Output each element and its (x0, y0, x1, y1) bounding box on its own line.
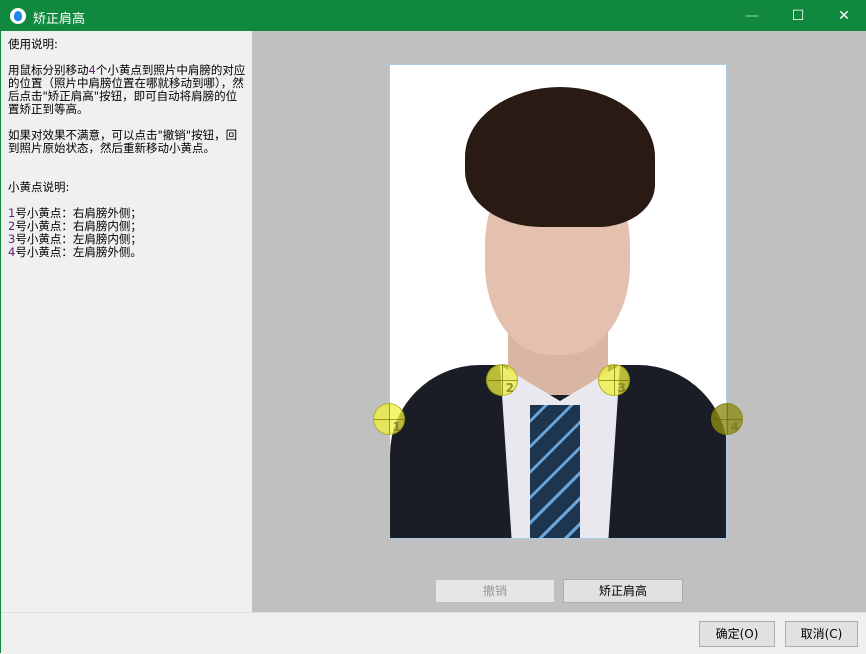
marker-number: 3 (618, 381, 626, 395)
marker-number: 2 (506, 381, 514, 395)
text: 号小黄点：右肩膀内侧； (15, 219, 142, 233)
hair (465, 87, 655, 227)
marker-dot-3[interactable]: 3 (598, 364, 630, 396)
photo-area: 1 2 3 4 撤销 矫正肩高 (252, 31, 866, 612)
text: 用鼠标分别移动 (8, 63, 89, 77)
instructions-para1: 用鼠标分别移动4个小黄点到照片中肩膀的对应的位置（照片中肩膀位置在哪就移动到哪）… (8, 64, 248, 116)
marker-dot-2[interactable]: 2 (486, 364, 518, 396)
instructions-para2: 如果对效果不满意，可以点击"撤销"按钮，回到照片原始状态，然后重新移动小黄点。 (8, 129, 248, 155)
text: 号小黄点：右肩膀外侧； (15, 206, 142, 220)
maximize-button[interactable]: ☐ (775, 1, 821, 31)
app-icon (10, 8, 26, 24)
undo-button[interactable]: 撤销 (435, 579, 555, 603)
marker-dot-1[interactable]: 1 (373, 403, 405, 435)
dots-list: 1号小黄点：右肩膀外侧； 2号小黄点：右肩膀内侧； 3号小黄点：左肩膀内侧； 4… (8, 207, 252, 259)
text: 4 (89, 63, 96, 77)
text: 号小黄点：左肩膀外侧。 (15, 245, 142, 259)
cancel-button[interactable]: 取消(C) (785, 621, 858, 647)
portrait-photo (389, 64, 727, 539)
marker-number: 4 (731, 420, 739, 434)
minimize-button[interactable]: — (729, 1, 775, 31)
dot-desc: 4号小黄点：左肩膀外侧。 (8, 246, 252, 259)
ok-button[interactable]: 确定(O) (699, 621, 775, 647)
close-button[interactable]: ✕ (821, 1, 866, 31)
correct-shoulder-button[interactable]: 矫正肩高 (563, 579, 683, 603)
dialog-footer: 确定(O) 取消(C) (1, 612, 866, 654)
instructions-heading: 使用说明: (8, 38, 252, 51)
marker-dot-4[interactable]: 4 (711, 403, 743, 435)
window-title: 矫正肩高 (33, 8, 85, 27)
dots-heading: 小黄点说明: (8, 181, 252, 194)
tie (530, 405, 580, 539)
title-bar: 矫正肩高 — ☐ ✕ (1, 1, 866, 31)
instructions-panel: 使用说明: 用鼠标分别移动4个小黄点到照片中肩膀的对应的位置（照片中肩膀位置在哪… (1, 31, 252, 612)
text: 号小黄点：左肩膀内侧； (15, 232, 142, 246)
marker-number: 1 (393, 420, 401, 434)
